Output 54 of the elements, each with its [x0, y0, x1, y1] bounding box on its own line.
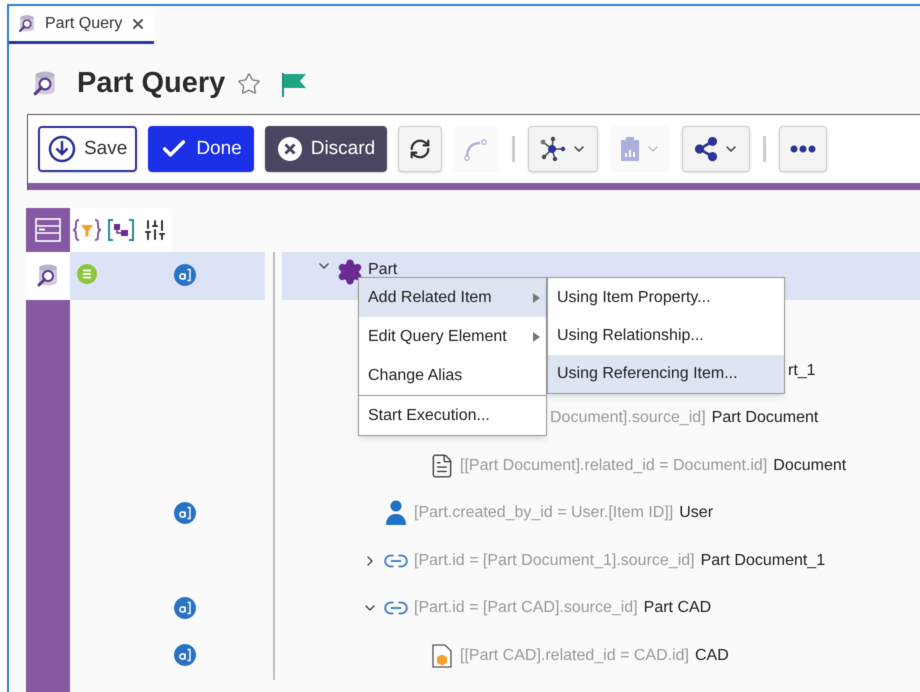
view-tab[interactable]	[138, 208, 172, 252]
menu-item[interactable]: Start Execution...	[359, 396, 546, 435]
refresh-icon	[409, 138, 432, 160]
join-condition: [Part.id = [Part CAD].source_id]	[414, 598, 638, 618]
download-circle-icon	[48, 135, 76, 163]
document-tab[interactable]: Part Query	[9, 6, 154, 44]
refresh-tool-button[interactable]	[398, 126, 442, 172]
more-icon	[790, 145, 816, 153]
sliders-icon	[143, 218, 167, 242]
node-label: CAD	[694, 646, 729, 666]
database-search-icon	[17, 14, 37, 34]
menu-item[interactable]: Change Alias	[359, 356, 546, 395]
cube-document-icon	[431, 642, 453, 669]
close-circle-icon	[276, 136, 303, 162]
join-condition: [Part.created_by_id = User.[Item ID]]	[414, 503, 674, 524]
bracket-diagram-icon	[107, 218, 135, 242]
join-condition: [Part.id = [Part Document_1].source_id]	[414, 550, 695, 571]
menu-item[interactable]: Edit Query Element	[359, 317, 546, 356]
join-condition: Document].source_id]	[550, 408, 706, 428]
node-label: Part	[368, 260, 398, 280]
tree-row[interactable]: [Part.id = [Part Document_1].source_id] Part Document_1	[70, 537, 920, 584]
tree-row[interactable]: [Part.created_by_id = User.[Item ID]] User	[70, 490, 920, 537]
submenu-arrow-icon	[533, 332, 540, 342]
curved-arrow-icon	[463, 137, 490, 161]
share-tool-button[interactable]	[682, 126, 750, 172]
star-icon[interactable]	[237, 72, 262, 96]
person-icon	[385, 500, 407, 526]
braces-funnel-icon	[72, 218, 102, 242]
more-tool-button[interactable]	[779, 126, 828, 172]
tree-row[interactable]: [[Part CAD].related_id = CAD.id] CAD	[70, 632, 920, 680]
submenu-item[interactable]: Using Referencing Item...	[548, 355, 784, 393]
node-label: Part Document	[712, 408, 818, 428]
node-label: rt_1	[788, 360, 816, 381]
submenu-item[interactable]: Using Relationship...	[548, 317, 784, 355]
done-button[interactable]: Done	[148, 126, 254, 172]
node-label: Part Document_1	[700, 550, 826, 571]
network-tool-button[interactable]	[528, 126, 598, 172]
page-title: Part Query	[77, 66, 226, 102]
tree-row[interactable]: [Part.id = [Part CAD].source_id] Part CAD	[70, 584, 920, 632]
clipboard-chart-icon	[619, 136, 642, 162]
node-label: Part CAD	[644, 598, 712, 618]
tab-title: Part Query	[45, 14, 122, 34]
save-button[interactable]: Save	[38, 126, 138, 172]
tree-row[interactable]: [[Part Document].related_id = Document.id] Document	[70, 442, 920, 490]
join-condition: [[Part Document].related_id = Document.id]	[460, 456, 768, 476]
node-label: User	[679, 503, 714, 524]
share-icon	[693, 136, 720, 162]
network-icon	[539, 136, 568, 162]
node-label: Document	[773, 456, 846, 476]
submenu-arrow-icon	[533, 292, 540, 302]
join-condition: [[Part CAD].related_id = CAD.id]	[460, 646, 689, 666]
form-layout-icon	[35, 218, 61, 242]
discard-button[interactable]: Discard	[264, 126, 388, 172]
menu-item[interactable]: Add Related Item	[359, 278, 546, 317]
